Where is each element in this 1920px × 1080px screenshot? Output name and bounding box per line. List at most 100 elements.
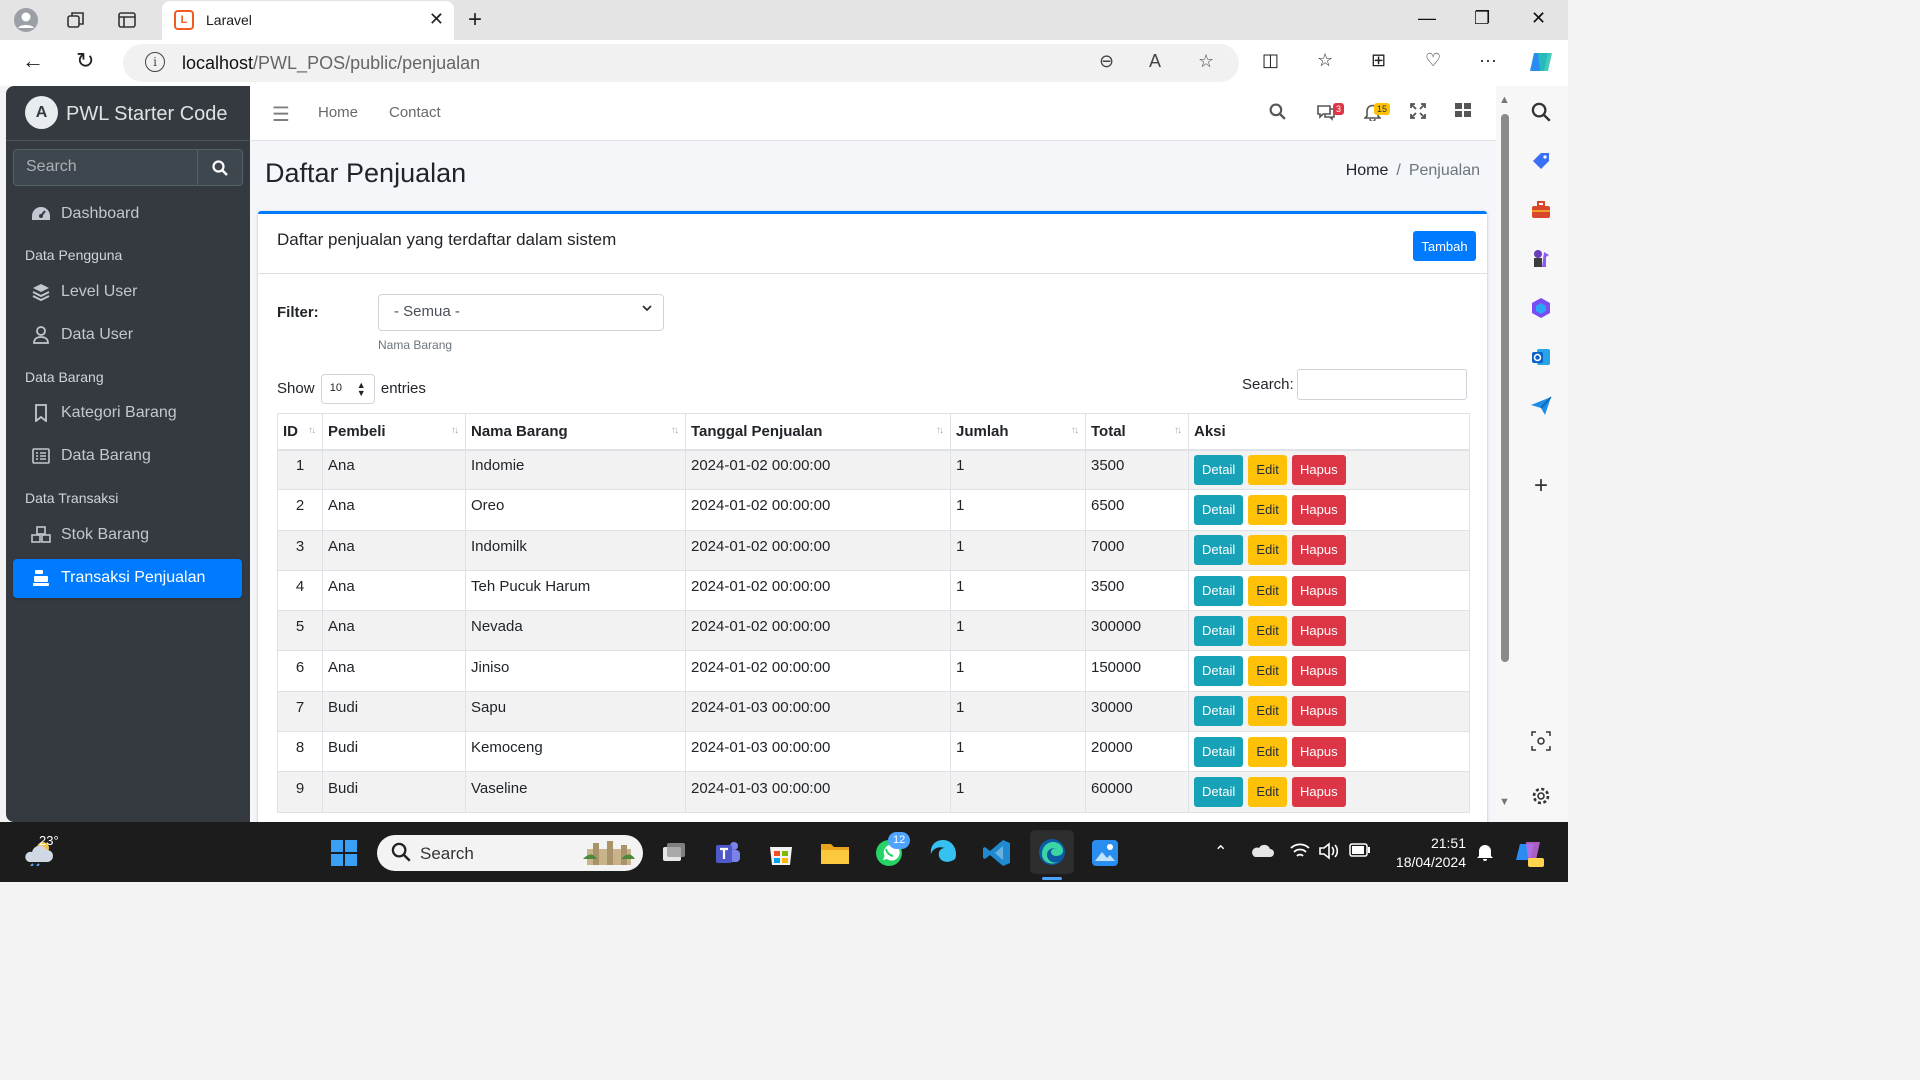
edit-button[interactable]: Edit: [1248, 736, 1287, 767]
delete-button[interactable]: Hapus: [1292, 494, 1346, 525]
edit-button[interactable]: Edit: [1248, 494, 1287, 525]
profile-icon[interactable]: [12, 6, 40, 34]
system-clock[interactable]: 21:51 18/04/2024: [1396, 834, 1466, 872]
brand-link[interactable]: A PWL Starter Code: [6, 86, 250, 141]
task-view-icon[interactable]: [659, 838, 689, 868]
site-info-icon[interactable]: i: [145, 52, 165, 72]
delete-button[interactable]: Hapus: [1292, 454, 1346, 485]
ms-edge-dev-icon[interactable]: [928, 838, 958, 868]
entries-select[interactable]: 10 ▲ ▼: [320, 374, 375, 404]
teams-icon[interactable]: [712, 838, 742, 868]
sidebar-item-stok-barang[interactable]: Stok Barang: [13, 516, 242, 555]
browser-tab[interactable]: L Laravel ✕: [162, 1, 454, 40]
add-sale-button[interactable]: Tambah: [1413, 231, 1476, 261]
sidebar-item-kategori-barang[interactable]: Kategori Barang: [13, 394, 242, 433]
taskbar-search-box[interactable]: Search: [377, 835, 643, 871]
edit-button[interactable]: Edit: [1248, 454, 1287, 485]
show-hidden-icons-chevron-icon[interactable]: ⌃: [1214, 842, 1227, 862]
delete-button[interactable]: Hapus: [1292, 575, 1346, 606]
column-header-tanggal[interactable]: Tanggal Penjualan ↑↓: [685, 413, 951, 451]
column-header-jumlah[interactable]: Jumlah ↑↓: [950, 413, 1086, 451]
sidebar-search-button[interactable]: [198, 149, 243, 186]
restore-icon[interactable]: ❐: [1474, 8, 1490, 29]
nav-link-contact[interactable]: Contact: [389, 104, 441, 121]
sidebar-item-data-user[interactable]: Data User: [13, 316, 242, 355]
back-icon[interactable]: ←: [22, 48, 44, 74]
split-screen-icon[interactable]: ◫: [1262, 50, 1279, 71]
refresh-icon[interactable]: ↻: [76, 48, 94, 74]
column-header-total[interactable]: Total ↑↓: [1085, 413, 1189, 451]
tools-briefcase-icon[interactable]: [1529, 198, 1553, 222]
detail-button[interactable]: Detail: [1194, 454, 1244, 485]
more-menu-icon[interactable]: ···: [1479, 50, 1497, 71]
detail-button[interactable]: Detail: [1194, 615, 1244, 646]
delete-button[interactable]: Hapus: [1292, 696, 1346, 727]
send-paper-plane-icon[interactable]: [1529, 394, 1553, 418]
add-sidebar-app-icon[interactable]: +: [1529, 472, 1553, 499]
detail-button[interactable]: Detail: [1194, 777, 1244, 808]
workspaces-icon[interactable]: [62, 6, 90, 34]
delete-button[interactable]: Hapus: [1292, 535, 1346, 566]
collections-icon[interactable]: ⊞: [1371, 50, 1386, 71]
delete-button[interactable]: Hapus: [1292, 736, 1346, 767]
outlook-icon[interactable]: [1529, 345, 1553, 369]
sidebar-item-dashboard[interactable]: Dashboard: [13, 195, 242, 234]
delete-button[interactable]: Hapus: [1292, 777, 1346, 808]
zoom-icon[interactable]: ⊖: [1099, 51, 1114, 72]
detail-button[interactable]: Detail: [1194, 656, 1244, 687]
url-field[interactable]: i localhost/PWL_POS/public/penjualan ⊖ A…: [123, 44, 1239, 82]
sidebar-item-level-user[interactable]: Level User: [13, 273, 242, 312]
vscode-icon[interactable]: [982, 838, 1012, 868]
delete-button[interactable]: Hapus: [1292, 656, 1346, 687]
edit-button[interactable]: Edit: [1248, 696, 1287, 727]
edge-browser-icon[interactable]: [1030, 830, 1074, 874]
table-search-input[interactable]: [1297, 369, 1467, 400]
volume-icon[interactable]: [1318, 842, 1340, 863]
tab-actions-icon[interactable]: [113, 6, 141, 34]
control-sidebar-grid-icon[interactable]: [1455, 103, 1472, 124]
detail-button[interactable]: Detail: [1194, 494, 1244, 525]
sidebar-search-input[interactable]: Search: [13, 149, 198, 186]
navbar-search-icon[interactable]: [1269, 103, 1286, 125]
close-window-icon[interactable]: ✕: [1531, 8, 1546, 29]
edge-search-icon[interactable]: [1529, 100, 1553, 124]
read-aloud-icon[interactable]: A: [1149, 51, 1161, 72]
notification-bell-icon[interactable]: [1476, 842, 1494, 865]
breadcrumb-home[interactable]: Home: [1346, 162, 1389, 179]
microsoft-365-icon[interactable]: [1529, 296, 1553, 320]
favorites-icon[interactable]: ☆: [1317, 50, 1333, 71]
games-chess-icon[interactable]: [1529, 247, 1553, 271]
browser-essentials-icon[interactable]: ♡: [1425, 50, 1441, 71]
screenshot-capture-icon[interactable]: [1529, 729, 1553, 753]
edit-button[interactable]: Edit: [1248, 615, 1287, 646]
detail-button[interactable]: Detail: [1194, 535, 1244, 566]
microsoft-store-icon[interactable]: [766, 838, 796, 868]
column-header-id[interactable]: ID ↑↓: [277, 413, 323, 451]
scroll-down-icon[interactable]: ▼: [1499, 796, 1510, 808]
new-tab-icon[interactable]: +: [468, 6, 482, 34]
delete-button[interactable]: Hapus: [1292, 615, 1346, 646]
edit-button[interactable]: Edit: [1248, 535, 1287, 566]
edit-button[interactable]: Edit: [1248, 777, 1287, 808]
sidebar-item-transaksi-penjualan[interactable]: Transaksi Penjualan: [13, 559, 242, 598]
page-scrollbar[interactable]: ▲ ▼: [1496, 86, 1514, 822]
hamburger-menu-icon[interactable]: ☰: [272, 102, 290, 127]
onedrive-cloud-icon[interactable]: [1250, 842, 1274, 861]
wifi-icon[interactable]: [1290, 842, 1310, 863]
windows-start-icon[interactable]: [329, 838, 359, 868]
close-tab-icon[interactable]: ✕: [429, 9, 444, 30]
detail-button[interactable]: Detail: [1194, 736, 1244, 767]
file-explorer-icon[interactable]: [820, 838, 850, 868]
battery-icon[interactable]: [1349, 843, 1371, 860]
favorite-star-icon[interactable]: ☆: [1198, 51, 1214, 72]
fullscreen-icon[interactable]: [1410, 103, 1426, 124]
scroll-up-icon[interactable]: ▲: [1499, 94, 1510, 106]
column-header-pembeli[interactable]: Pembeli ↑↓: [322, 413, 466, 451]
edit-button[interactable]: Edit: [1248, 575, 1287, 606]
sidebar-item-data-barang[interactable]: Data Barang: [13, 437, 242, 476]
settings-gear-icon[interactable]: [1529, 784, 1553, 808]
copilot-preview-icon[interactable]: [1512, 836, 1546, 873]
shopping-tag-icon[interactable]: [1529, 149, 1553, 173]
edit-button[interactable]: Edit: [1248, 656, 1287, 687]
column-header-nama-barang[interactable]: Nama Barang ↑↓: [465, 413, 686, 451]
